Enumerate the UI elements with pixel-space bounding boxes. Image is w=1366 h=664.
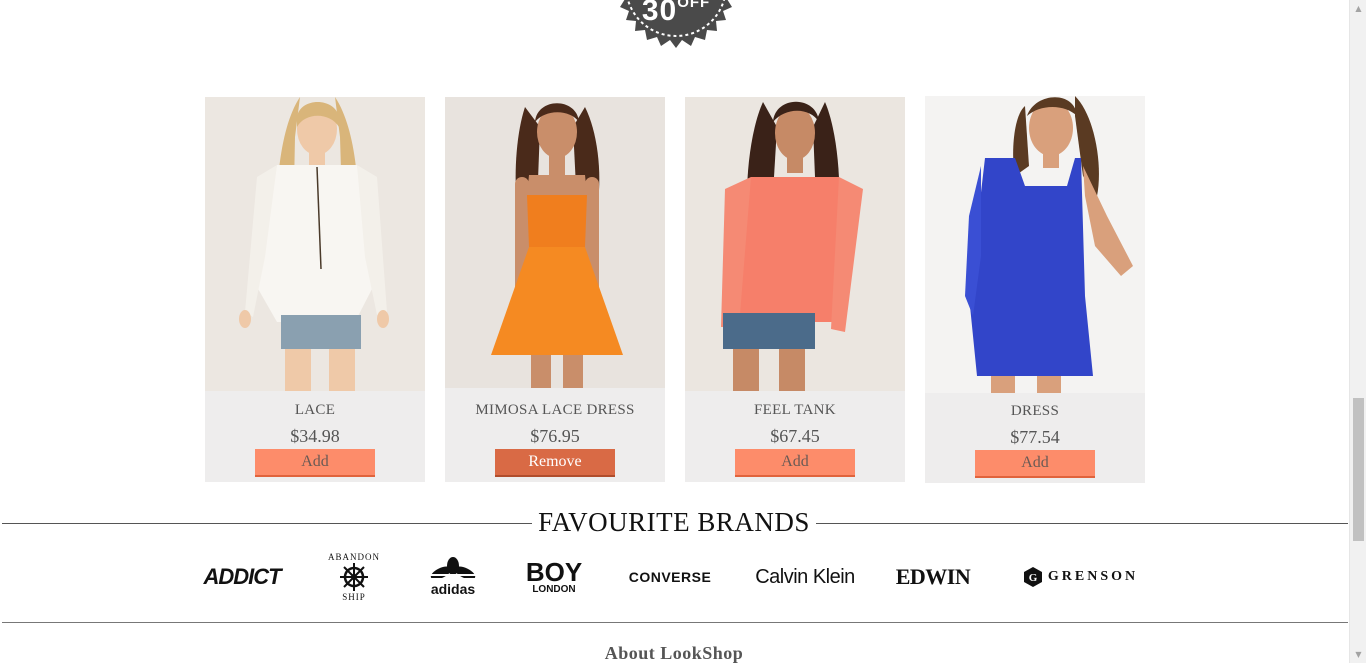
footer-divider	[2, 622, 1348, 623]
brand-abandon-ship-logo[interactable]: ABANDON SHIP	[326, 548, 382, 606]
product-name: DRESS	[1010, 403, 1060, 419]
product-price: $77.54	[1010, 427, 1060, 447]
scroll-down-icon[interactable]: ▼	[1350, 646, 1366, 663]
badge-number: 30	[641, 0, 678, 27]
brand-boy-london-logo[interactable]: BOY LONDON	[524, 548, 584, 606]
about-heading[interactable]: About LookShop	[0, 643, 1348, 664]
remove-from-cart-button[interactable]: Remove	[495, 449, 615, 477]
discount-badge: 30OFF	[612, 0, 740, 50]
brand-converse-logo[interactable]: CONVERSE	[625, 548, 715, 606]
vertical-scrollbar[interactable]: ▲ ▼	[1349, 0, 1366, 663]
product-price: $34.98	[290, 426, 340, 446]
product-image-mimosa-lace-dress[interactable]	[445, 97, 665, 388]
product-name: FEEL TANK	[754, 402, 836, 418]
adidas-trefoil-icon	[429, 557, 477, 580]
product-price: $76.95	[530, 426, 580, 446]
product-card-dress: DRESS $77.54 Add	[925, 96, 1145, 483]
add-to-cart-button[interactable]: Add	[975, 450, 1095, 478]
product-name: MIMOSA LACE DRESS	[475, 402, 635, 418]
ship-wheel-icon	[340, 563, 368, 591]
product-name: LACE	[294, 402, 336, 418]
brand-addict-logo[interactable]: ADDICT	[200, 548, 284, 606]
product-image-lace[interactable]	[205, 97, 425, 391]
brand-edwin-logo[interactable]: EDWIN	[895, 548, 971, 606]
product-image-feel-tank[interactable]	[685, 97, 905, 391]
product-card-feel-tank: FEEL TANK $67.45 Add	[685, 97, 905, 482]
grenson-emblem-icon: G	[1023, 567, 1042, 587]
product-image-dress[interactable]	[925, 96, 1145, 393]
brand-grenson-logo[interactable]: G GRENSON	[1012, 548, 1148, 606]
add-to-cart-button[interactable]: Add	[735, 449, 855, 477]
product-card-mimosa-lace-dress: MIMOSA LACE DRESS $76.95 Remove	[445, 97, 665, 482]
brands-title: FAVOURITE BRANDS	[532, 507, 816, 537]
badge-off-label: OFF	[677, 0, 711, 11]
brand-adidas-logo[interactable]: adidas	[425, 548, 481, 606]
scrollbar-thumb[interactable]	[1353, 398, 1364, 541]
add-to-cart-button[interactable]: Add	[255, 449, 375, 477]
product-card-lace: LACE $34.98 Add	[205, 97, 425, 482]
brand-calvin-klein-logo[interactable]: Calvin Klein	[750, 548, 860, 606]
scroll-up-icon[interactable]: ▲	[1350, 0, 1366, 17]
product-price: $67.45	[770, 426, 820, 446]
svg-text:G: G	[1029, 572, 1038, 584]
